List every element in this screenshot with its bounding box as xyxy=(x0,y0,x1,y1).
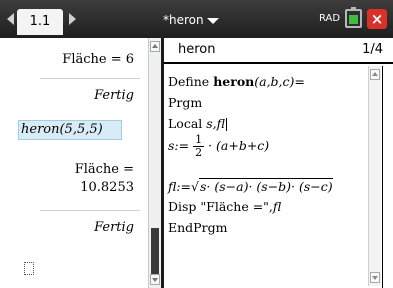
editor-header: heron 1/4 xyxy=(164,38,393,64)
previous-page-arrow-icon[interactable] xyxy=(7,13,14,25)
close-document-button[interactable]: × xyxy=(367,9,387,29)
text-cursor xyxy=(226,118,227,131)
history-separator xyxy=(40,210,140,211)
next-page-arrow-icon[interactable] xyxy=(69,13,76,25)
title-bar: 1.1 *heron RAD × xyxy=(0,0,393,38)
code-assignment: fl:=√ xyxy=(168,179,199,194)
code-line-s[interactable]: s:= 12 · (a+b+c) xyxy=(168,134,269,159)
program-name: heron xyxy=(178,42,216,57)
document-title-menu[interactable]: *heron xyxy=(163,11,219,29)
history-result-done[interactable]: Fertig xyxy=(94,88,134,103)
fraction-denominator: 2 xyxy=(195,146,203,159)
tab-page-1-1[interactable]: 1.1 xyxy=(17,9,63,35)
scrollbar-thumb[interactable] xyxy=(151,228,159,274)
scroll-down-arrow-icon[interactable] xyxy=(370,272,380,283)
calculator-scrollbar[interactable] xyxy=(148,38,161,288)
history-entry[interactable]: heron(5,5,5) xyxy=(21,122,103,137)
code-line-prgm[interactable]: Prgm xyxy=(168,95,202,110)
history-result-label[interactable]: Fläche = xyxy=(75,162,134,177)
program-editor[interactable]: heron 1/4 Define heron(a,b,c)= Prgm Loca… xyxy=(164,38,393,288)
code-expression: · (a+b+c) xyxy=(208,138,270,153)
scroll-down-arrow-icon[interactable] xyxy=(150,274,160,285)
entry-line-input[interactable] xyxy=(24,262,34,275)
code-keyword: Define xyxy=(168,74,214,89)
code-line-fl[interactable]: fl:=√s· (s−a)· (s−b)· (s−c) xyxy=(168,178,333,194)
history-result[interactable]: Fläche = 6 xyxy=(62,52,134,67)
scroll-up-arrow-icon[interactable] xyxy=(150,41,160,52)
code-line-disp[interactable]: Disp "Fläche =",fl xyxy=(168,199,281,214)
code-line-define[interactable]: Define heron(a,b,c)= xyxy=(168,74,305,89)
code-keyword: Disp "Fläche =", xyxy=(168,199,273,214)
editor-scrollbar[interactable] xyxy=(368,66,381,286)
page-indicator: 1/4 xyxy=(362,42,383,57)
scroll-up-arrow-icon[interactable] xyxy=(370,69,380,80)
chevron-down-icon xyxy=(206,17,219,24)
code-variables: fl xyxy=(272,199,282,214)
history-result-value[interactable]: 10.8253 xyxy=(80,180,134,195)
square-root-expression: s· (s−a)· (s−b)· (s−c) xyxy=(199,178,333,194)
history-result-done[interactable]: Fertig xyxy=(94,220,134,235)
code-keyword: Local xyxy=(168,116,207,131)
code-function-name: heron xyxy=(213,74,255,89)
calculator-history[interactable]: Fläche = 6 Fertig heron(5,5,5) Fläche = … xyxy=(0,38,148,288)
editor-border xyxy=(382,66,383,288)
document-title: *heron xyxy=(163,13,204,27)
battery-icon xyxy=(345,7,362,28)
code-variables: s,fl xyxy=(206,116,225,131)
code-arguments: (a,b,c)= xyxy=(254,74,305,89)
fraction: 12 xyxy=(193,134,205,159)
code-line-endprgm[interactable]: EndPrgm xyxy=(168,220,227,235)
angle-mode-indicator: RAD xyxy=(319,13,341,24)
code-line-local[interactable]: Local s,fl xyxy=(168,116,227,131)
code-assignment: s:= xyxy=(168,138,190,153)
history-separator xyxy=(40,78,140,79)
